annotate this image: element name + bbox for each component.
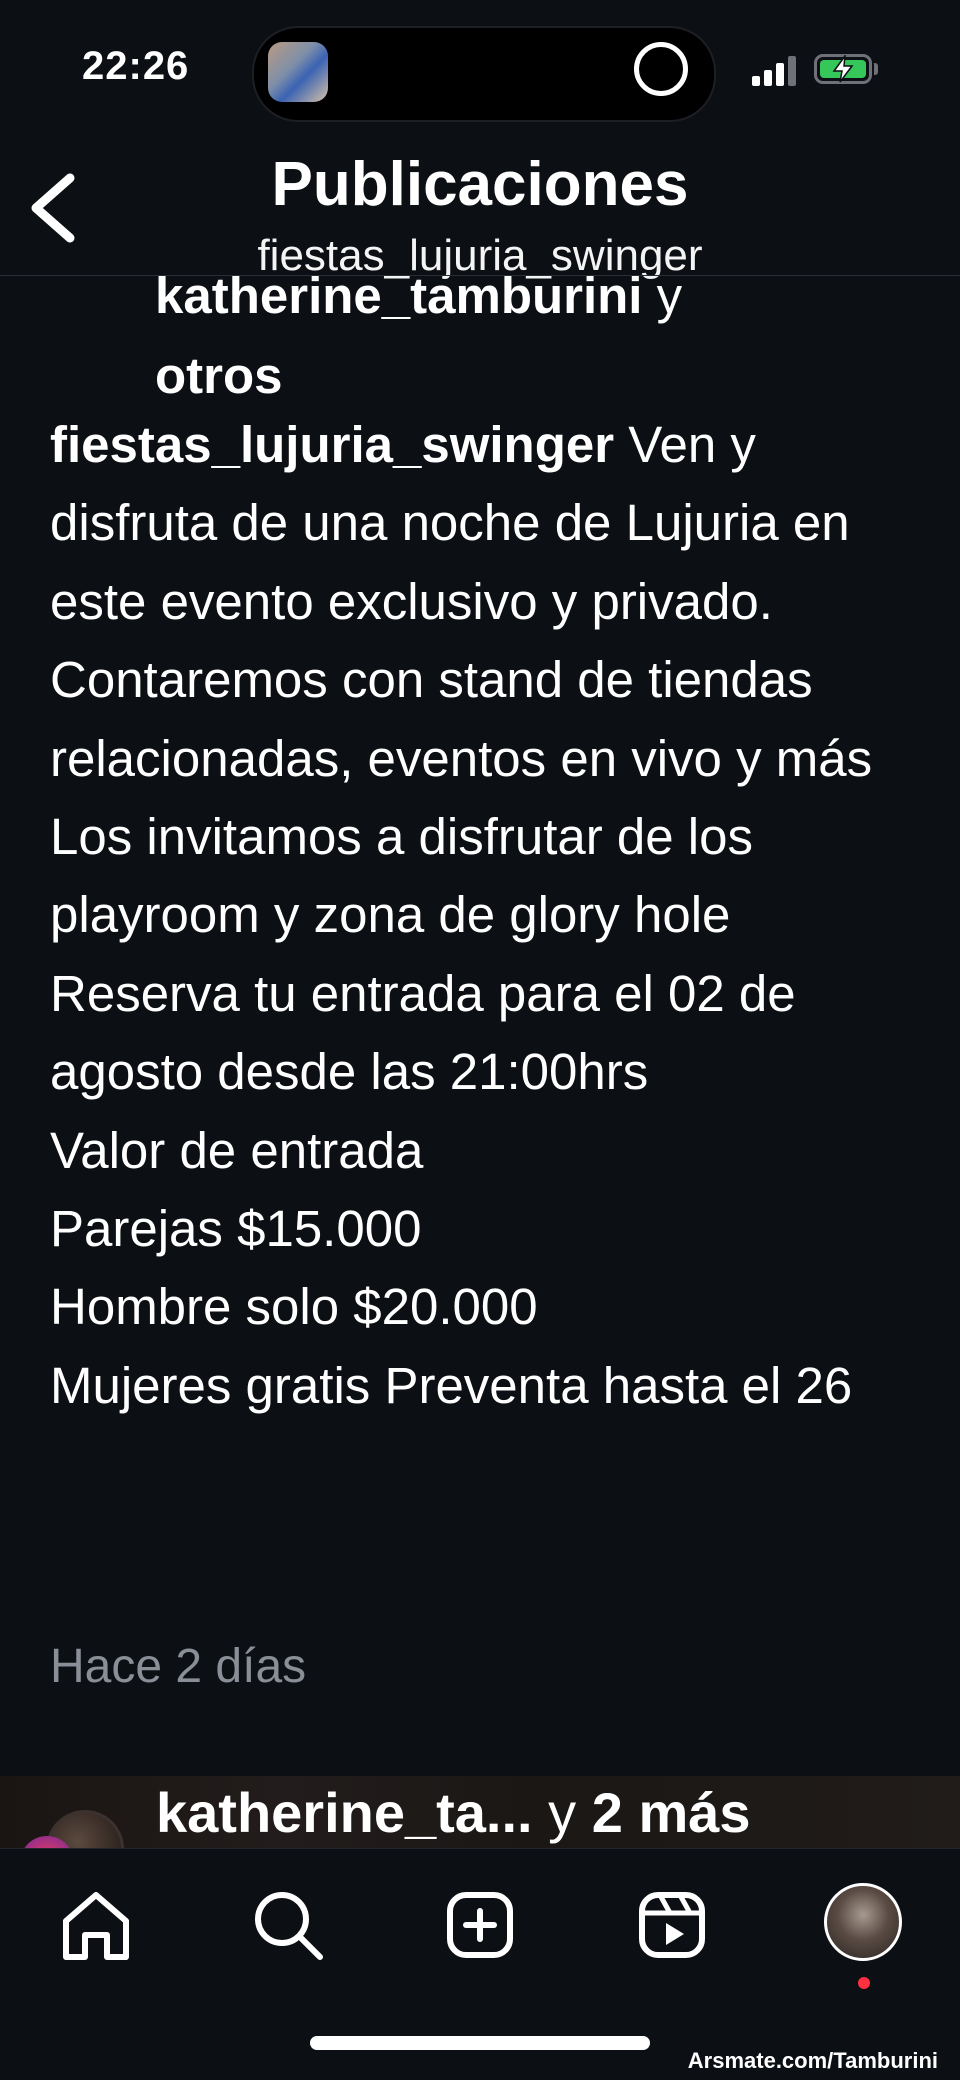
- likes-others[interactable]: otros: [155, 347, 283, 404]
- tab-home[interactable]: [54, 1883, 138, 1967]
- post-caption: fiestas_lujuria_swinger Ven y disfruta d…: [50, 406, 930, 1425]
- post-content: katherine_tamburini y otros fiestas_luju…: [0, 276, 960, 1816]
- create-post-icon: [447, 1892, 513, 1958]
- likes-summary[interactable]: katherine_tamburini y otros: [155, 276, 915, 416]
- status-bar: 22:26: [0, 0, 960, 140]
- tab-create[interactable]: [438, 1883, 522, 1967]
- caption-username[interactable]: fiestas_lujuria_swinger: [50, 416, 614, 473]
- tab-search[interactable]: [246, 1883, 330, 1967]
- profile-notification-dot: [858, 1977, 870, 1989]
- status-time: 22:26: [82, 44, 190, 88]
- cellular-signal-icon: [752, 54, 798, 86]
- next-post-preview[interactable]: katherine_ta... y 2 más: [0, 1776, 960, 1848]
- next-post-connector: y: [532, 1781, 592, 1844]
- next-post-collaborators[interactable]: katherine_ta... y 2 más: [156, 1780, 751, 1845]
- charging-bolt-icon: [832, 55, 854, 83]
- next-post-more[interactable]: 2 más: [592, 1781, 751, 1844]
- caption-text: Ven y disfruta de una noche de Lujuria e…: [50, 416, 873, 1414]
- likes-user[interactable]: katherine_tamburini: [155, 276, 642, 324]
- battery-cap: [874, 63, 878, 75]
- next-post-users[interactable]: katherine_ta...: [156, 1781, 533, 1844]
- page-title: Publicaciones: [271, 150, 689, 219]
- watermark-text: Arsmate.com/Tamburini: [687, 2048, 938, 2073]
- home-indicator[interactable]: [310, 2036, 650, 2050]
- search-icon: [255, 1892, 323, 1960]
- likes-connector: y: [642, 276, 683, 324]
- post-timestamp: Hace 2 días: [50, 1640, 307, 1693]
- live-activity-thumbnail: [268, 42, 328, 102]
- reels-icon: [639, 1892, 705, 1958]
- tab-reels[interactable]: [630, 1883, 714, 1967]
- home-icon: [63, 1892, 129, 1960]
- tab-profile-avatar[interactable]: [824, 1883, 902, 1961]
- live-activity-ring-icon: [634, 42, 688, 96]
